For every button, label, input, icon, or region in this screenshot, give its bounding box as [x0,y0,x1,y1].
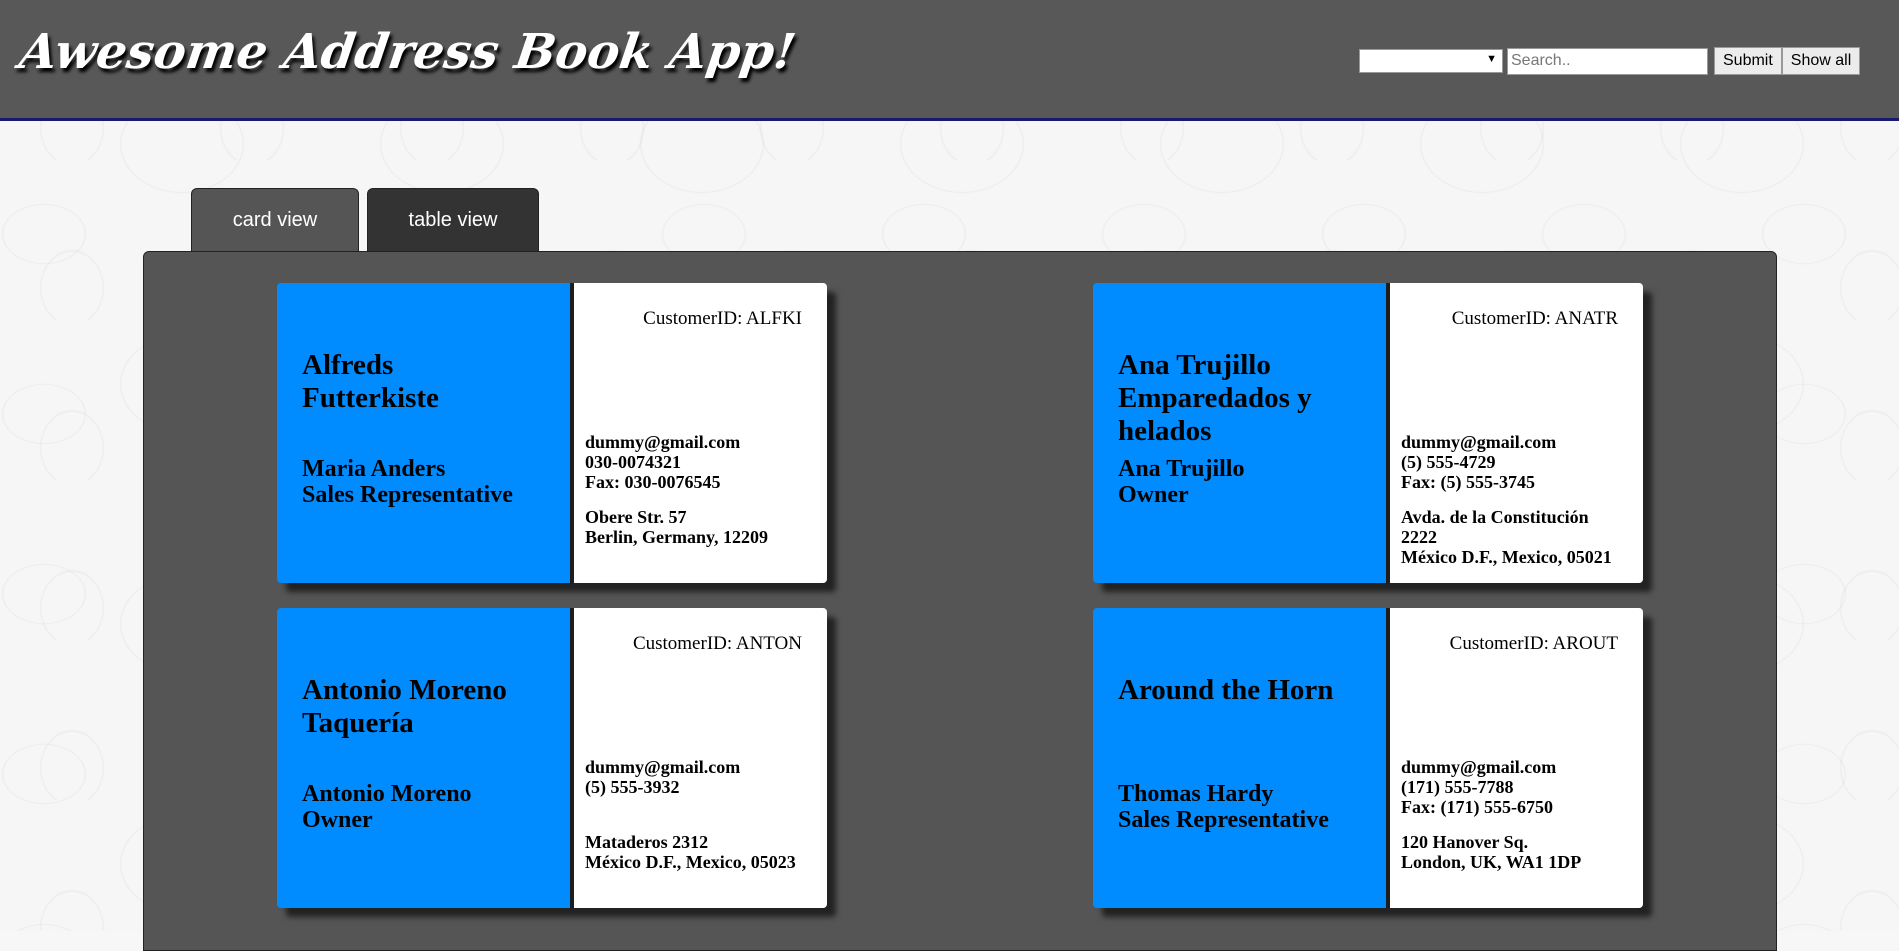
contact-title: Sales Representative [1118,807,1329,833]
company-name-line: Alfreds [302,349,394,381]
phone: 030-0074321 [585,452,681,472]
card-details: CustomerID: ANATR dummy@gmail.com (5) 55… [1390,283,1643,583]
customer-id: CustomerID: ANTON [632,633,802,654]
card-identity: Antonio Moreno Taquería Antonio Moreno O… [277,608,574,908]
phone: (5) 555-3932 [585,777,680,797]
contact-info: dummy@gmail.com (171) 555-7788 Fax: (171… [1401,757,1556,817]
contact-name: Ana Trujillo [1118,456,1245,482]
contact-name: Maria Anders [302,456,446,482]
filter-select[interactable]: ▼ [1359,49,1503,73]
address-line: Berlin, Germany, 12209 [585,527,768,547]
fax: Fax: (5) 555-3745 [1401,472,1535,492]
company-name-line: Ana Trujillo [1118,349,1271,381]
view-tabs: card view table view [191,188,539,252]
contact-title: Owner [302,807,373,833]
phone: (171) 555-7788 [1401,777,1514,797]
company-name-line: helados [1118,415,1212,447]
contact-title: Owner [1118,482,1189,508]
card-identity: Alfreds Futterkiste Maria Anders Sales R… [277,283,574,583]
card-identity: Ana Trujillo Emparedados y helados Ana T… [1093,283,1390,583]
address-line: México D.F., Mexico, 05021 [1401,547,1612,567]
fax: Fax: 030-0076545 [585,472,721,492]
card-identity: Around the Horn Thomas Hardy Sales Repre… [1093,608,1390,908]
address-line: Avda. de la Constitución [1401,507,1589,527]
company-name: Around the Horn [1118,674,1368,707]
tab-card-view[interactable]: card view [191,188,359,252]
tab-table-view[interactable]: table view [367,188,539,251]
customer-id: CustomerID: AROUT [1449,633,1618,654]
contact-info: dummy@gmail.com (5) 555-3932 [585,757,740,797]
contact-person: Ana Trujillo Owner [1118,456,1244,508]
search-bar: ▼ Submit Show all [1359,47,1861,75]
address: 120 Hanover Sq. London, UK, WA1 1DP [1401,832,1581,872]
address-line: 2222 [1401,527,1437,547]
contact-info: dummy@gmail.com (5) 555-4729 Fax: (5) 55… [1401,432,1556,492]
address: Mataderos 2312 México D.F., Mexico, 0502… [585,832,796,872]
chevron-down-icon: ▼ [1486,53,1497,65]
address: Obere Str. 57 Berlin, Germany, 12209 [585,507,768,547]
email: dummy@gmail.com [1401,757,1557,777]
contact-person: Thomas Hardy Sales Representative [1118,781,1329,833]
customer-id: CustomerID: ANATR [1451,308,1618,329]
company-name: Ana Trujillo Emparedados y helados [1118,349,1368,448]
contact-person: Maria Anders Sales Representative [302,456,513,508]
contact-card[interactable]: Antonio Moreno Taquería Antonio Moreno O… [277,608,827,908]
card-details: CustomerID: AROUT dummy@gmail.com (171) … [1390,608,1643,908]
phone: (5) 555-4729 [1401,452,1496,472]
card-details: CustomerID: ANTON dummy@gmail.com (5) 55… [574,608,827,908]
email: dummy@gmail.com [1401,432,1557,452]
search-input[interactable] [1507,47,1708,75]
address-line: 120 Hanover Sq. [1401,832,1529,852]
card-details: CustomerID: ALFKI dummy@gmail.com 030-00… [574,283,827,583]
company-name-line: Antonio Moreno [302,674,507,706]
address-line: México D.F., Mexico, 05023 [585,852,796,872]
address-line: Obere Str. 57 [585,507,687,527]
email: dummy@gmail.com [585,757,741,777]
address: Avda. de la Constitución 2222 México D.F… [1401,507,1612,567]
contact-card[interactable]: Ana Trujillo Emparedados y helados Ana T… [1093,283,1643,583]
cards-panel: Alfreds Futterkiste Maria Anders Sales R… [143,251,1777,951]
customer-id: CustomerID: ALFKI [643,308,802,329]
company-name-line: Futterkiste [302,382,439,414]
contact-card[interactable]: Alfreds Futterkiste Maria Anders Sales R… [277,283,827,583]
company-name: Alfreds Futterkiste [302,349,552,415]
submit-button[interactable]: Submit [1714,47,1782,75]
contact-name: Thomas Hardy [1118,781,1274,807]
company-name: Antonio Moreno Taquería [302,674,552,740]
address-line: Mataderos 2312 [585,832,709,852]
app-title: Awesome Address Book App! [16,24,800,80]
contact-card[interactable]: Around the Horn Thomas Hardy Sales Repre… [1093,608,1643,908]
contact-title: Sales Representative [302,482,513,508]
contact-name: Antonio Moreno [302,781,472,807]
company-name-line: Taquería [302,707,414,739]
contact-person: Antonio Moreno Owner [302,781,472,833]
company-name-line: Around the Horn [1118,674,1334,706]
address-line: London, UK, WA1 1DP [1401,852,1582,872]
app-header: Awesome Address Book App! ▼ Submit Show … [0,0,1899,121]
fax: Fax: (171) 555-6750 [1401,797,1553,817]
email: dummy@gmail.com [585,432,741,452]
show-all-button[interactable]: Show all [1781,47,1861,75]
contact-info: dummy@gmail.com 030-0074321 Fax: 030-007… [585,432,740,492]
company-name-line: Emparedados y [1118,382,1312,414]
